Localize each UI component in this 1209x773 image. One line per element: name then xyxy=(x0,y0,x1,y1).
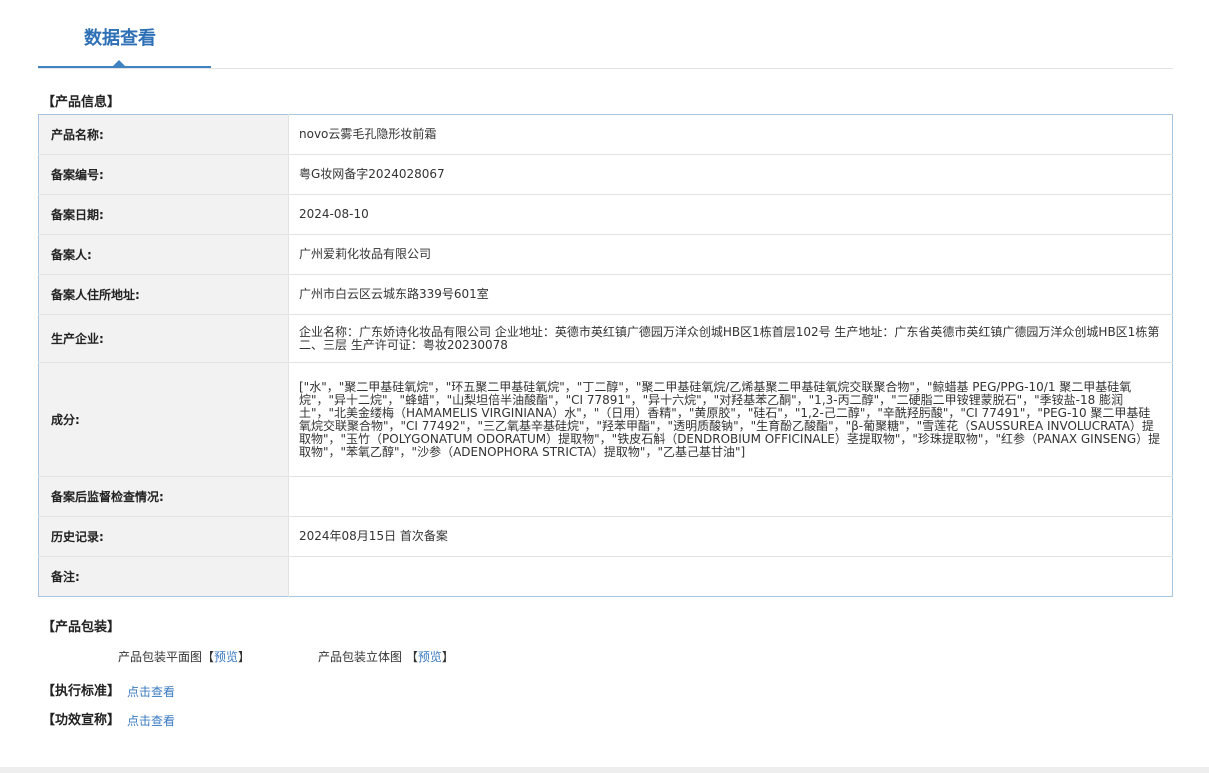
row-label-ingredients: 成分: xyxy=(38,362,289,477)
table-row: 产品名称: novo云雾毛孔隐形妆前霜 xyxy=(38,114,1173,155)
table-row: 历史记录: 2024年08月15日 首次备案 xyxy=(38,516,1173,557)
table-row: 备案后监督检查情况: xyxy=(38,476,1173,517)
table-row: 备案编号: 粤G妆网备字2024028067 xyxy=(38,154,1173,195)
row-label-post-inspection: 备案后监督检查情况: xyxy=(38,476,289,517)
bracket-close: 】 xyxy=(238,650,251,664)
row-label-record-number: 备案编号: xyxy=(38,154,289,195)
row-value-registrant: 广州爱莉化妆品有限公司 xyxy=(288,234,1173,275)
row-label-registrant-address: 备案人住所地址: xyxy=(38,274,289,315)
bracket-open: 【 xyxy=(405,650,418,664)
table-row: 生产企业: 企业名称：广东娇诗化妆品有限公司 企业地址：英德市英红镇广德园万洋众… xyxy=(38,314,1173,363)
row-value-ingredients: ["水"，"聚二甲基硅氧烷"，"环五聚二甲基硅氧烷"，"丁二醇"，"聚二甲基硅氧… xyxy=(288,362,1173,477)
row-value-remarks xyxy=(289,557,1173,597)
packaging-solid-preview-link[interactable]: 预览 xyxy=(418,650,442,664)
packaging-flat-label: 产品包装平面图 xyxy=(118,650,203,664)
row-label-record-date: 备案日期: xyxy=(38,194,289,235)
standard-view-link[interactable]: 点击查看 xyxy=(127,683,175,701)
bracket-close: 】 xyxy=(441,650,454,664)
row-value-registrant-address: 广州市白云区云城东路339号601室 xyxy=(288,274,1173,315)
efficacy-view-link[interactable]: 点击查看 xyxy=(127,712,175,730)
tab-data-view[interactable]: 数据查看 xyxy=(38,0,211,68)
row-label-product-name: 产品名称: xyxy=(38,114,289,155)
row-value-history: 2024年08月15日 首次备案 xyxy=(288,516,1173,557)
packaging-solid-label: 产品包装立体图 xyxy=(318,650,403,664)
section-standard-title: 【执行标准】 xyxy=(42,684,121,699)
row-value-post-inspection xyxy=(288,476,1173,517)
bracket-open: 【 xyxy=(202,650,215,664)
tab-active-caret-icon xyxy=(113,60,125,66)
bottom-strip xyxy=(0,767,1209,773)
row-label-registrant: 备案人: xyxy=(38,234,289,275)
section-packaging-title: 【产品包装】 xyxy=(42,620,121,635)
tab-title: 数据查看 xyxy=(84,28,156,49)
row-value-product-name: novo云雾毛孔隐形妆前霜 xyxy=(288,114,1173,155)
packaging-solid-item: 产品包装立体图 【预览】 xyxy=(318,649,454,665)
table-row: 备案日期: 2024-08-10 xyxy=(38,194,1173,235)
row-label-manufacturer: 生产企业: xyxy=(38,314,289,363)
table-row: 成分: ["水"，"聚二甲基硅氧烷"，"环五聚二甲基硅氧烷"，"丁二醇"，"聚二… xyxy=(38,362,1173,477)
row-value-record-number: 粤G妆网备字2024028067 xyxy=(288,154,1173,195)
product-info-table: 产品名称: novo云雾毛孔隐形妆前霜 备案编号: 粤G妆网备字20240280… xyxy=(38,114,1173,597)
row-label-remarks: 备注: xyxy=(38,556,289,597)
packaging-flat-preview-link[interactable]: 预览 xyxy=(214,650,238,664)
section-efficacy-title: 【功效宣称】 xyxy=(42,713,121,728)
section-product-info-title: 【产品信息】 xyxy=(42,95,121,110)
table-row: 备注: xyxy=(38,556,1173,597)
table-row: 备案人住所地址: 广州市白云区云城东路339号601室 xyxy=(38,274,1173,315)
row-value-record-date: 2024-08-10 xyxy=(288,194,1173,235)
table-row: 备案人: 广州爱莉化妆品有限公司 xyxy=(38,234,1173,275)
packaging-flat-item: 产品包装平面图【预览】 xyxy=(118,649,250,665)
row-label-history: 历史记录: xyxy=(38,516,289,557)
page-header: 数据查看 xyxy=(38,0,1173,69)
row-value-manufacturer: 企业名称：广东娇诗化妆品有限公司 企业地址：英德市英红镇广德园万洋众创城HB区1… xyxy=(288,314,1173,363)
